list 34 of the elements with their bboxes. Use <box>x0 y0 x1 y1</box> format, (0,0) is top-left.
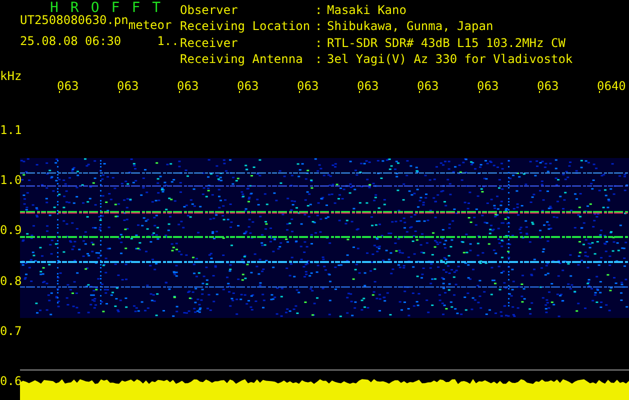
info-separator: : <box>315 54 324 68</box>
y-axis-label: 0.7 <box>0 324 22 337</box>
x-axis-label: 063 <box>117 80 139 92</box>
y-axis-label: 1.0 <box>0 174 22 186</box>
info-separator: : <box>315 38 324 52</box>
y-axis-label: 1.1 <box>0 124 22 136</box>
x-axis-label: 063 <box>417 80 439 92</box>
info-separator: : <box>315 21 324 36</box>
y-axis-label: 0.6 <box>0 375 22 387</box>
x-axis-label: 063 <box>57 80 79 92</box>
x-axis-label: 063 <box>237 80 259 92</box>
info-label: Observer <box>180 5 239 19</box>
x-axis-label: 063 <box>357 80 379 92</box>
x-axis-label: 0640 <box>597 80 626 92</box>
mode-label: meteor <box>128 20 172 32</box>
x-axis-label: 063 <box>297 80 319 92</box>
info-value: 3el Yagi(V) Az 330 for Vladivostok <box>327 54 573 68</box>
info-label: Receiver <box>180 38 239 52</box>
info-separator: : <box>315 5 324 19</box>
file-name: UT2508080630.pn <box>20 15 128 29</box>
info-label: Receiving Antenna <box>180 54 304 68</box>
counter-label: 1.. <box>157 36 179 47</box>
x-axis-label: 063 <box>537 80 559 92</box>
info-label: Receiving Location <box>180 21 312 36</box>
y-axis-label: 0.9 <box>0 224 22 236</box>
x-axis-label: 063 <box>477 80 499 92</box>
app-title: HROFFT <box>50 2 174 15</box>
y-axis-label: 0.8 <box>0 274 22 287</box>
info-value: Masaki Kano <box>327 5 408 19</box>
x-axis-label: 063 <box>177 80 199 92</box>
axis-unit: kHz <box>0 70 22 82</box>
info-value: Shibukawa, Gunma, Japan <box>327 21 494 36</box>
timestamp: 25.08.08 06:30 <box>20 36 122 47</box>
info-value: RTL-SDR SDR# 43dB L15 103.2MHz CW <box>327 38 566 52</box>
